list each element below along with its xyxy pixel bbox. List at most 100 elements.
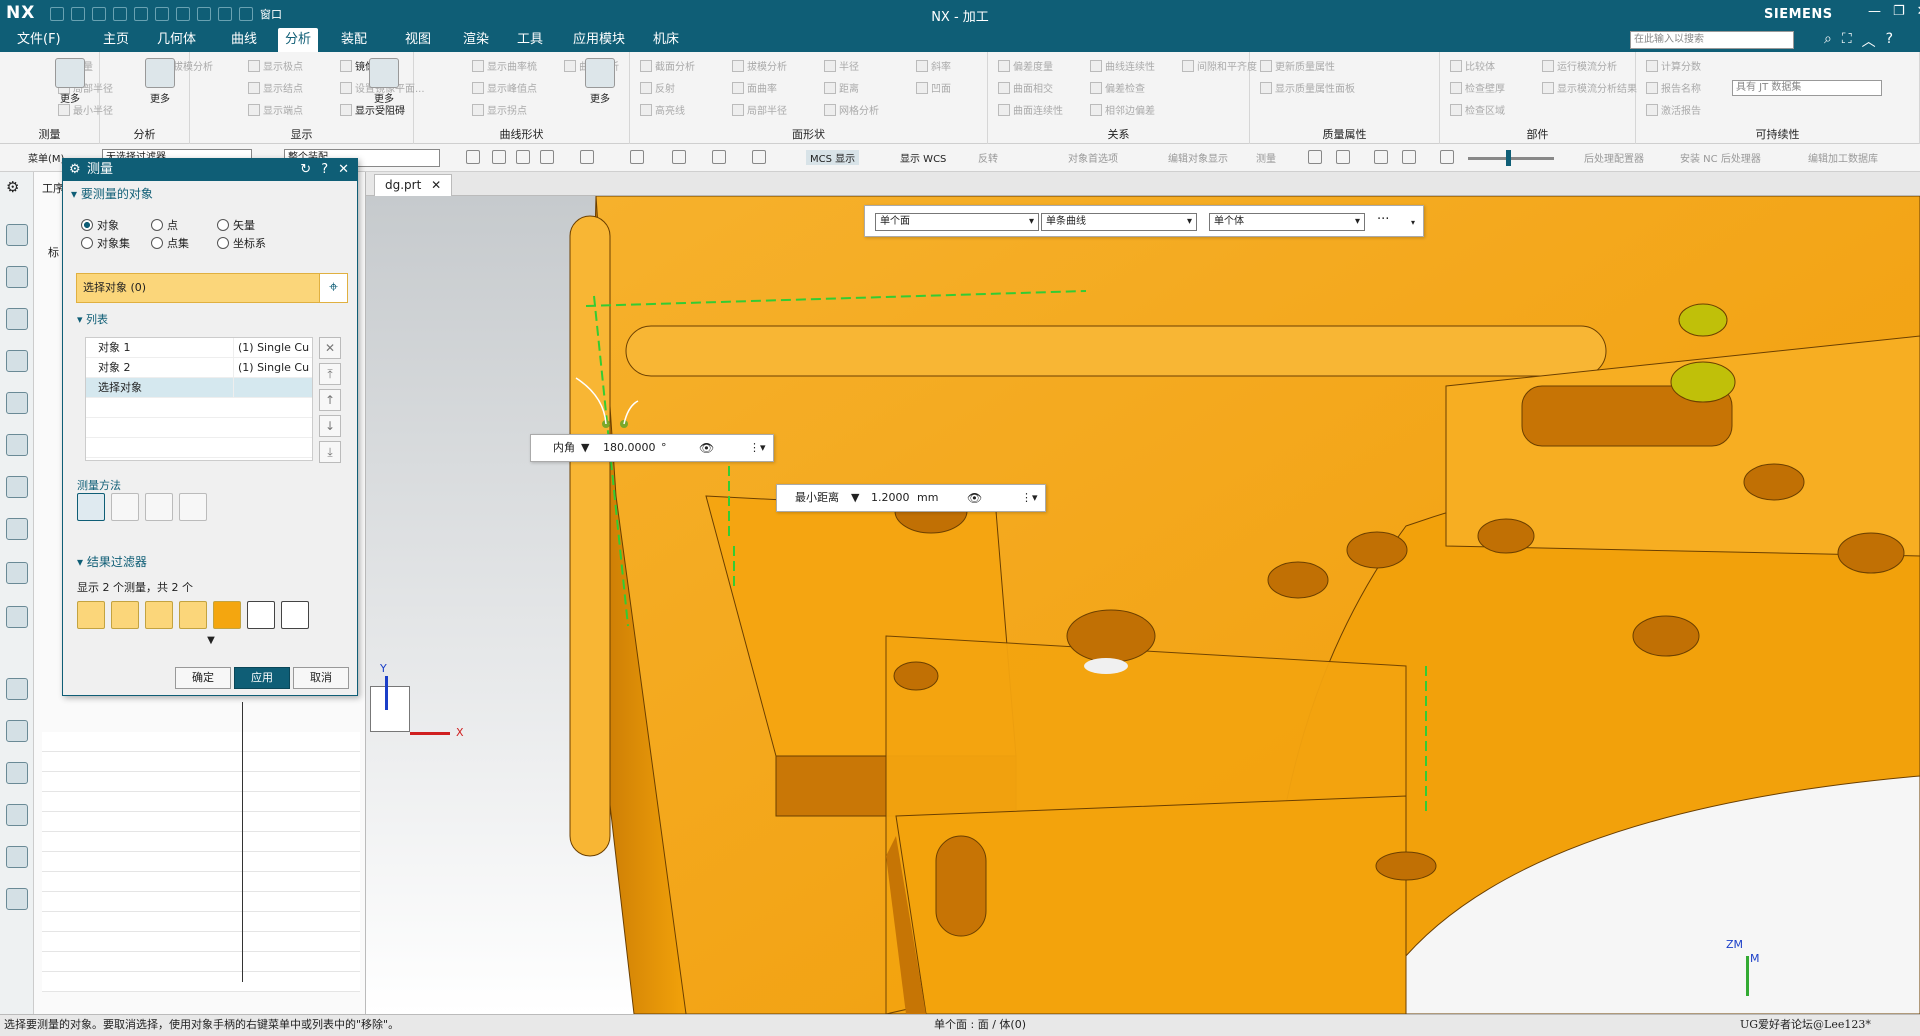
zoom-icon[interactable] xyxy=(540,150,554,164)
ribbon-item[interactable]: 计算分数 xyxy=(1646,58,1701,73)
web-browser-icon[interactable] xyxy=(6,562,28,584)
reuse-library-icon[interactable] xyxy=(6,476,28,498)
ribbon-item[interactable]: 显示曲率梳 xyxy=(472,58,537,73)
ribbon-item[interactable]: 距离 xyxy=(824,80,859,95)
ribbon-item[interactable]: 偏差检查 xyxy=(1090,80,1145,95)
ribbon-item[interactable]: 显示峰值点 xyxy=(472,80,537,95)
method-distance-icon[interactable] xyxy=(77,493,105,521)
ribbon-item[interactable]: 曲面相交 xyxy=(998,80,1053,95)
ok-button[interactable]: 确定 xyxy=(175,667,231,689)
search-input[interactable]: 在此输入以搜索 xyxy=(1630,31,1794,49)
machine-navigator-icon[interactable] xyxy=(6,392,28,414)
ribbon-item[interactable]: 检查壁厚 xyxy=(1450,80,1505,95)
post-config-button[interactable]: 后处理配置器 xyxy=(1584,150,1644,165)
operation-navigator-icon[interactable] xyxy=(6,350,28,372)
ribbon-item[interactable]: 显示结点 xyxy=(248,80,303,95)
method-length-icon[interactable] xyxy=(179,493,207,521)
tab-close-icon[interactable]: ✕ xyxy=(431,178,441,192)
distance-label[interactable]: 最小距离 xyxy=(795,485,839,511)
role-icon[interactable] xyxy=(6,846,28,868)
method-screen-icon[interactable] xyxy=(145,493,173,521)
fit-view-icon[interactable] xyxy=(516,150,530,164)
filter-angle-icon[interactable] xyxy=(145,601,173,629)
dialog-gear-icon[interactable]: ⚙ xyxy=(69,159,81,181)
more-button[interactable]: 更多 xyxy=(50,58,90,105)
fullscreen-icon[interactable]: ⛶ xyxy=(1842,31,1852,51)
filter-distance-icon[interactable] xyxy=(77,601,105,629)
list-row[interactable]: 选择对象 xyxy=(86,378,312,398)
move-top-icon[interactable]: ⤒ xyxy=(319,363,341,385)
radio-2[interactable]: 矢量 xyxy=(217,217,255,233)
history-icon[interactable] xyxy=(6,606,28,628)
cancel-button[interactable]: 取消 xyxy=(293,667,349,689)
dialog-close-icon[interactable]: ✕ xyxy=(338,159,349,181)
more-button[interactable]: 更多 xyxy=(140,58,180,105)
ribbon-item[interactable]: 高亮线 xyxy=(640,102,685,117)
search-icon[interactable]: ⌕ xyxy=(1824,31,1832,51)
machine-tool-icon[interactable] xyxy=(6,804,28,826)
view-orient-icon[interactable] xyxy=(630,150,644,164)
apply-button[interactable]: 应用 xyxy=(234,667,290,689)
angle-label[interactable]: 内角 xyxy=(553,435,575,461)
ribbon-item[interactable]: 显示端点 xyxy=(248,102,303,117)
ribbon-item[interactable]: 显示模流分析结果 xyxy=(1542,80,1637,95)
body-rule-select[interactable]: 单个体 xyxy=(1209,213,1365,231)
select-object-row[interactable]: 选择对象 (0) ⌖ xyxy=(76,273,348,303)
play-back-icon[interactable] xyxy=(1308,150,1322,164)
method-projected-icon[interactable] xyxy=(111,493,139,521)
menu-5[interactable]: 装配 xyxy=(334,28,374,52)
section-objects-header[interactable]: ▾ 要测量的对象 xyxy=(63,181,357,202)
move-up-icon[interactable]: ↑ xyxy=(319,389,341,411)
ribbon-item[interactable]: 面曲率 xyxy=(732,80,777,95)
speed-slider[interactable] xyxy=(1468,157,1554,160)
ribbon-item[interactable]: 局部半径 xyxy=(732,102,787,117)
radio-5[interactable]: 坐标系 xyxy=(217,235,266,251)
globe-icon[interactable] xyxy=(6,678,28,700)
step-back-icon[interactable] xyxy=(1336,150,1350,164)
menu-3[interactable]: 曲线 xyxy=(224,28,264,52)
menu-button[interactable]: 菜单(M) xyxy=(28,150,64,165)
section-result-header[interactable]: ▾ 结果过滤器 xyxy=(69,549,147,570)
edit-object-display-button[interactable]: 编辑对象显示 xyxy=(1168,150,1228,165)
box-select-icon[interactable] xyxy=(492,150,506,164)
ribbon-item[interactable]: 凹面 xyxy=(916,80,951,95)
reverse-button[interactable]: 反转 xyxy=(978,150,998,165)
crosshair-icon[interactable]: ⌖ xyxy=(319,274,347,302)
menu-8[interactable]: 工具 xyxy=(510,28,550,52)
measure-button[interactable]: 测量 xyxy=(1256,150,1276,165)
ribbon-item[interactable]: 曲线连续性 xyxy=(1090,58,1155,73)
filter-curve-icon[interactable] xyxy=(111,601,139,629)
list-row[interactable]: 对象 1 (1) Single Cu xyxy=(86,338,312,358)
filter-body-icon[interactable] xyxy=(213,601,241,629)
install-nc-post-button[interactable]: 安装 NC 后处理器 xyxy=(1680,150,1761,165)
ribbon-item[interactable]: 网格分析 xyxy=(824,102,879,117)
more-button[interactable]: 更多 xyxy=(364,58,404,105)
filter-all-icon[interactable] xyxy=(247,601,275,629)
settings-gear-icon[interactable]: ⚙ xyxy=(6,178,28,200)
more-options-icon[interactable]: ··· xyxy=(1377,212,1389,227)
layer-icon[interactable] xyxy=(712,150,726,164)
ribbon-item[interactable]: 激活报告 xyxy=(1646,102,1701,117)
list-header[interactable]: ▾ 列表 xyxy=(69,307,108,327)
ribbon-item[interactable]: 截面分析 xyxy=(640,58,695,73)
ribbon-item[interactable]: 运行模流分析 xyxy=(1542,58,1617,73)
edit-machining-db-button[interactable]: 编辑加工数据库 xyxy=(1808,150,1878,165)
ribbon-item[interactable]: 显示拐点 xyxy=(472,102,527,117)
ribbon-item[interactable]: 半径 xyxy=(824,58,859,73)
ribbon-item[interactable]: 更新质量属性 xyxy=(1260,58,1335,73)
filter-expand-icon[interactable]: ▾ xyxy=(1411,218,1415,227)
shaded-icon[interactable] xyxy=(580,150,594,164)
feature-navigator-icon[interactable] xyxy=(6,434,28,456)
ribbon-item[interactable]: 曲面连续性 xyxy=(998,102,1063,117)
menu-10[interactable]: 机床 xyxy=(646,28,686,52)
expand-more-icon[interactable]: ▼ xyxy=(63,635,359,646)
constraint-navigator-icon[interactable] xyxy=(6,308,28,330)
ribbon-item[interactable]: 反射 xyxy=(640,80,675,95)
menu-4[interactable]: 分析 xyxy=(278,28,319,52)
system-materials-icon[interactable] xyxy=(6,888,28,910)
menu-9[interactable]: 应用模块 xyxy=(566,28,632,52)
ribbon-item[interactable]: 偏差度量 xyxy=(998,58,1053,73)
angle-dropdown-icon[interactable]: ▼ xyxy=(581,435,589,461)
remove-icon[interactable]: ✕ xyxy=(319,337,341,359)
step-forward-icon[interactable] xyxy=(1402,150,1416,164)
